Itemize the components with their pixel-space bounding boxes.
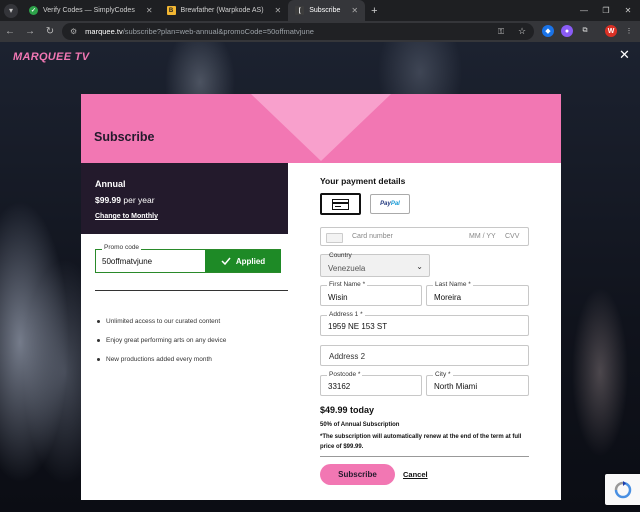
paypal-method-button[interactable]: Pay Pal (370, 194, 410, 214)
discount-note: 50% of Annual Subscription (320, 422, 400, 428)
promo-value: 50offmatvjune (102, 257, 153, 266)
total-today: $49.99 today (320, 405, 375, 415)
modal-header: Subscribe (81, 94, 561, 163)
card-number-placeholder: Card number (352, 233, 393, 240)
brewfather-favicon-icon: B (166, 6, 176, 15)
reload-icon[interactable]: ↻ (40, 26, 60, 37)
last-name-value: Moreira (434, 293, 462, 302)
cancel-link[interactable]: Cancel (403, 470, 428, 479)
url-host: marquee.tv (85, 27, 123, 36)
profile-avatar[interactable]: W (605, 25, 617, 37)
maximize-icon[interactable]: ❐ (596, 0, 616, 21)
expiry-input[interactable]: MM / YY (469, 233, 496, 240)
address1-label: Address 1 * (327, 311, 365, 318)
country-select[interactable]: Country Venezuela ⌄ (320, 252, 430, 277)
divider (320, 456, 529, 457)
benefits-list: Unlimited access to our curated content … (97, 318, 226, 375)
plan-summary: Annual $99.99 per year Change to Monthly (81, 163, 288, 234)
address1-value: 1959 NE 153 ST (328, 322, 388, 331)
tab-search-icon[interactable]: ▾ (4, 3, 18, 18)
address2-placeholder: Address 2 (329, 352, 366, 361)
benefit-item: New productions added every month (97, 356, 226, 363)
card-number-input[interactable]: Card number MM / YY CVV (320, 227, 529, 246)
postcode-label: Postcode * (327, 371, 363, 378)
first-name-field[interactable]: First Name * Wisin (320, 281, 422, 306)
marquee-favicon-icon: [ (295, 6, 305, 15)
puzzle-icon[interactable]: ⧉ (579, 25, 591, 37)
close-tab-icon[interactable]: ✕ (275, 6, 282, 15)
paypal-logo-pal: Pal (390, 201, 400, 207)
divider (95, 290, 288, 291)
close-tab-icon[interactable]: ✕ (146, 6, 153, 15)
change-plan-link[interactable]: Change to Monthly (95, 213, 158, 220)
window-close-icon[interactable]: ✕ (618, 0, 638, 21)
card-icon (326, 233, 343, 243)
browser-toolbar: ← → ↻ ⚙ marquee.tv/subscribe?plan=web-an… (0, 21, 640, 42)
tab-brewfather[interactable]: B Brewfather (Warpkode AS) ✕ (160, 0, 289, 21)
benefit-item: Unlimited access to our curated content (97, 318, 226, 325)
city-field[interactable]: City * North Miami (426, 371, 529, 396)
plan-price-line: $99.99 per year (95, 195, 274, 205)
last-name-field[interactable]: Last Name * Moreira (426, 281, 529, 306)
city-value: North Miami (434, 382, 478, 391)
tab-title: Subscribe (309, 7, 341, 14)
page-title: Subscribe (94, 130, 155, 144)
tab-strip: ▾ ✓ Verify Codes — SimplyCodes ✕ B Brewf… (0, 0, 640, 21)
first-name-label: First Name * (327, 281, 368, 288)
country-label: Country (329, 252, 352, 259)
subscribe-button[interactable]: Subscribe (320, 464, 395, 485)
city-label: City * (433, 371, 453, 378)
minimize-icon[interactable]: — (574, 0, 594, 21)
country-value: Venezuela (328, 264, 366, 273)
address-bar[interactable]: ⚙ marquee.tv/subscribe?plan=web-annual&p… (62, 23, 534, 40)
site-info-icon[interactable]: ⚙ (70, 27, 77, 36)
extension-icon[interactable]: ● (561, 25, 573, 37)
shield-extension-icon[interactable]: ◆ (542, 25, 554, 37)
close-tab-icon[interactable]: ✕ (351, 6, 358, 15)
recaptcha-badge[interactable] (605, 474, 640, 505)
postcode-value: 33162 (328, 382, 351, 391)
benefit-item: Enjoy great performing arts on any devic… (97, 337, 226, 344)
more-menu-icon[interactable]: ⋮ (623, 25, 635, 37)
bookmark-star-icon[interactable]: ☆ (518, 26, 526, 37)
tab-title: Brewfather (Warpkode AS) (180, 7, 264, 14)
promo-applied-button[interactable]: Applied (205, 250, 281, 272)
paypal-logo-pay: Pay (380, 201, 391, 207)
checkmark-icon (221, 257, 231, 265)
recaptcha-icon (614, 480, 631, 498)
promo-label: Promo code (102, 244, 142, 251)
plan-name: Annual (95, 179, 126, 189)
forward-icon[interactable]: → (20, 26, 40, 37)
plan-period: per year (123, 195, 155, 205)
close-overlay-icon[interactable]: ✕ (619, 47, 630, 63)
plan-price: $99.99 (95, 195, 121, 205)
postcode-field[interactable]: Postcode * 33162 (320, 371, 422, 396)
chevron-down-icon: ⌄ (416, 262, 423, 271)
last-name-label: Last Name * (433, 281, 473, 288)
address2-field[interactable]: Address 2 (320, 345, 529, 366)
key-icon[interactable]: ⚿ (498, 27, 504, 37)
subscribe-modal: Subscribe Annual $99.99 per year Change … (81, 94, 561, 500)
payment-details-title: Your payment details (320, 176, 406, 186)
credit-card-icon (332, 198, 349, 210)
tab-title: Verify Codes — SimplyCodes (43, 7, 135, 14)
new-tab-icon[interactable]: + (365, 5, 383, 17)
cvv-input[interactable]: CVV (505, 233, 519, 240)
header-decoration (251, 94, 391, 161)
address1-field[interactable]: Address 1 * 1959 NE 153 ST (320, 311, 529, 336)
url-path: /subscribe?plan=web-annual&promoCode=50o… (122, 27, 314, 36)
renewal-note: *The subscription will automatically ren… (320, 434, 522, 450)
card-method-button[interactable] (320, 193, 361, 215)
tab-simplycodes[interactable]: ✓ Verify Codes — SimplyCodes ✕ (22, 0, 160, 21)
tab-subscribe[interactable]: [ Subscribe ✕ (288, 0, 366, 21)
check-favicon-icon: ✓ (29, 6, 38, 15)
marquee-logo[interactable]: MARQUEE TV (13, 51, 89, 63)
back-icon[interactable]: ← (0, 26, 20, 37)
first-name-value: Wisin (328, 293, 348, 302)
applied-label: Applied (235, 256, 266, 266)
